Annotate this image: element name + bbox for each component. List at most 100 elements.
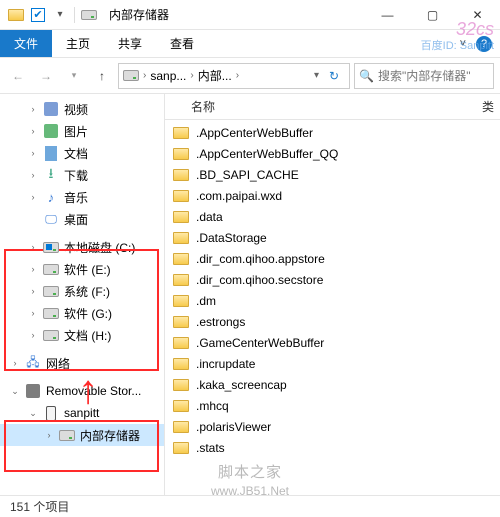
drive-icon bbox=[59, 427, 75, 443]
tree-item[interactable]: ›系统 (F:) bbox=[0, 280, 164, 302]
tree-item-label: 视频 bbox=[64, 101, 88, 118]
expander-icon[interactable]: › bbox=[28, 242, 38, 252]
expander-icon[interactable]: › bbox=[28, 104, 38, 114]
tree-item-label: sanpitt bbox=[64, 406, 99, 420]
file-name: .BD_SAPI_CACHE bbox=[196, 168, 299, 182]
drive-icon bbox=[43, 283, 59, 299]
file-name: .dir_com.qihoo.secstore bbox=[196, 273, 323, 287]
tree-item[interactable]: ›文档 (H:) bbox=[0, 324, 164, 346]
expander-icon[interactable]: › bbox=[28, 148, 38, 158]
tree-item[interactable]: ›♪音乐 bbox=[0, 186, 164, 208]
file-row[interactable]: .incrupdate bbox=[165, 353, 500, 374]
file-row[interactable]: .GameCenterWebBuffer bbox=[165, 332, 500, 353]
file-row[interactable]: .com.paipai.wxd bbox=[165, 185, 500, 206]
file-row[interactable]: .polarisViewer bbox=[165, 416, 500, 437]
tree-item[interactable]: ›图片 bbox=[0, 120, 164, 142]
file-row[interactable]: .AppCenterWebBuffer bbox=[165, 122, 500, 143]
file-row[interactable]: .AppCenterWebBuffer_QQ bbox=[165, 143, 500, 164]
drive-icon bbox=[81, 7, 97, 23]
folder-icon bbox=[173, 272, 189, 288]
checkbox-icon[interactable]: ✔ bbox=[30, 7, 46, 23]
item-count: 151 个项目 bbox=[10, 498, 69, 515]
system-drive-icon bbox=[43, 239, 59, 255]
file-row[interactable]: .dir_com.qihoo.appstore bbox=[165, 248, 500, 269]
status-bar: 151 个项目 bbox=[0, 495, 500, 517]
removable-storage-icon bbox=[25, 383, 41, 399]
file-row[interactable]: .kaka_screencap bbox=[165, 374, 500, 395]
tab-home[interactable]: 主页 bbox=[52, 30, 104, 57]
file-row[interactable]: .dm bbox=[165, 290, 500, 311]
file-row[interactable]: .DataStorage bbox=[165, 227, 500, 248]
refresh-button[interactable]: ↻ bbox=[323, 69, 345, 83]
file-row[interactable]: .data bbox=[165, 206, 500, 227]
tree-item[interactable]: ›文档 bbox=[0, 142, 164, 164]
breadcrumb-segment[interactable]: 内部... bbox=[198, 67, 232, 84]
tree-item[interactable]: ›🖧网络 bbox=[0, 352, 164, 374]
nav-back-button[interactable]: ← bbox=[6, 64, 30, 88]
navigation-pane[interactable]: ↑ ›视频›图片›文档›⭳下载›♪音乐🖵桌面›本地磁盘 (C:)›软件 (E:)… bbox=[0, 94, 165, 495]
maximize-button[interactable]: ▢ bbox=[410, 0, 455, 30]
file-name: .stats bbox=[196, 441, 225, 455]
file-row[interactable]: .mhcq bbox=[165, 395, 500, 416]
file-row[interactable]: .dir_com.qihoo.secstore bbox=[165, 269, 500, 290]
file-name: .DataStorage bbox=[196, 231, 267, 245]
expander-icon[interactable]: › bbox=[28, 170, 38, 180]
help-icon[interactable]: ? bbox=[476, 36, 492, 52]
expander-icon[interactable]: › bbox=[28, 330, 38, 340]
tree-item[interactable]: ›本地磁盘 (C:) bbox=[0, 236, 164, 258]
minimize-button[interactable]: — bbox=[365, 0, 410, 30]
tab-share[interactable]: 共享 bbox=[104, 30, 156, 57]
expander-icon[interactable]: › bbox=[28, 308, 38, 318]
nav-up-button[interactable]: ↑ bbox=[90, 64, 114, 88]
nav-history-dropdown[interactable]: ▾ bbox=[62, 64, 86, 88]
download-icon: ⭳ bbox=[43, 167, 59, 183]
chevron-right-icon[interactable]: › bbox=[190, 70, 193, 81]
qat-dropdown-icon[interactable]: ▾ bbox=[52, 7, 68, 23]
breadcrumb-dropdown-icon[interactable]: ▾ bbox=[314, 70, 319, 81]
file-row[interactable]: .BD_SAPI_CACHE bbox=[165, 164, 500, 185]
file-name: .estrongs bbox=[196, 315, 245, 329]
tree-item[interactable]: ›软件 (E:) bbox=[0, 258, 164, 280]
file-row[interactable]: .estrongs bbox=[165, 311, 500, 332]
tab-file[interactable]: 文件 bbox=[0, 30, 52, 57]
search-input[interactable]: 🔍 搜索"内部存储器" bbox=[354, 63, 494, 89]
tree-item[interactable]: › ⭳ 下载 bbox=[0, 164, 164, 186]
tree-item-label: 软件 (G:) bbox=[64, 305, 112, 322]
folder-icon bbox=[173, 251, 189, 267]
expander-icon[interactable]: › bbox=[28, 192, 38, 202]
window-controls: — ▢ ✕ bbox=[365, 0, 500, 30]
tree-item[interactable]: ›内部存储器 bbox=[0, 424, 164, 446]
close-button[interactable]: ✕ bbox=[455, 0, 500, 30]
chevron-right-icon[interactable]: › bbox=[143, 70, 146, 81]
expander-icon[interactable]: › bbox=[44, 430, 54, 440]
expander-icon[interactable]: › bbox=[28, 286, 38, 296]
breadcrumb-segment[interactable]: sanp... bbox=[150, 69, 186, 83]
tree-item[interactable]: › 软件 (G:) bbox=[0, 302, 164, 324]
tree-item-label: 音乐 bbox=[64, 189, 88, 206]
file-row[interactable]: .stats bbox=[165, 437, 500, 458]
nav-forward-button[interactable]: → bbox=[34, 64, 58, 88]
tree-item[interactable]: ⌄ sanpitt bbox=[0, 402, 164, 424]
column-headers[interactable]: 名称 类 bbox=[165, 94, 500, 120]
tree-item[interactable]: 🖵 桌面 bbox=[0, 208, 164, 230]
column-header-type[interactable]: 类 bbox=[482, 98, 500, 115]
tree-item-label: 桌面 bbox=[64, 211, 88, 228]
file-list-pane[interactable]: 名称 类 .AppCenterWebBuffer.AppCenterWebBuf… bbox=[165, 94, 500, 495]
window-title: 内部存储器 bbox=[109, 6, 169, 23]
tree-item[interactable]: ⌄Removable Stor... bbox=[0, 380, 164, 402]
file-list: .AppCenterWebBuffer.AppCenterWebBuffer_Q… bbox=[165, 120, 500, 460]
expander-icon[interactable]: ⌄ bbox=[28, 408, 38, 419]
expander-icon[interactable]: › bbox=[28, 126, 38, 136]
file-name: .dir_com.qihoo.appstore bbox=[196, 252, 325, 266]
ribbon-collapse-icon[interactable]: ˅ bbox=[460, 38, 466, 50]
expander-icon[interactable]: ⌄ bbox=[10, 386, 20, 397]
desktop-icon: 🖵 bbox=[43, 211, 59, 227]
breadcrumb[interactable]: › sanp... › 内部... › ▾ ↻ bbox=[118, 63, 350, 89]
column-header-name[interactable]: 名称 bbox=[191, 98, 215, 115]
expander-icon[interactable]: › bbox=[10, 358, 20, 368]
chevron-right-icon[interactable]: › bbox=[236, 70, 239, 81]
tree-item-label: 下载 bbox=[64, 167, 88, 184]
expander-icon[interactable]: › bbox=[28, 264, 38, 274]
tree-item[interactable]: › 视频 bbox=[0, 98, 164, 120]
tab-view[interactable]: 查看 bbox=[156, 30, 208, 57]
